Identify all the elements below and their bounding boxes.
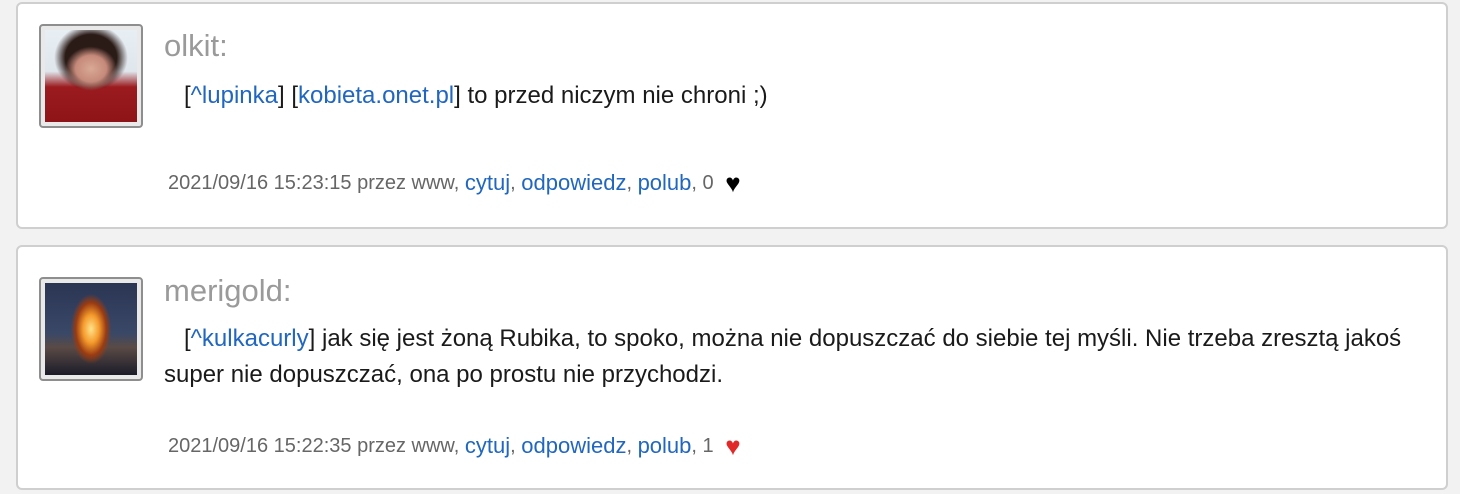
heart-icon[interactable]: ♥ xyxy=(725,433,740,459)
comment-source: przez www, xyxy=(351,171,465,194)
like-count: , 0 xyxy=(691,171,720,194)
comment-card: merigold: [^kulkacurly] jak się jest żon… xyxy=(16,245,1448,490)
comment-meta: 2021/09/16 15:22:35 przez www, cytuj , o… xyxy=(168,431,741,461)
external-link[interactable]: kobieta.onet.pl xyxy=(298,82,454,109)
comment-date: 2021/09/16 15:23:15 xyxy=(168,171,352,194)
avatar[interactable] xyxy=(39,277,143,381)
like-link[interactable]: polub xyxy=(638,433,692,459)
avatar[interactable] xyxy=(39,24,143,128)
comment-source: przez www, xyxy=(351,434,465,457)
comment-username[interactable]: olkit: xyxy=(164,28,228,64)
comment-date: 2021/09/16 15:22:35 xyxy=(168,434,352,457)
reply-link[interactable]: odpowiedz xyxy=(521,433,626,459)
user-mention-link[interactable]: ^kulkacurly xyxy=(191,325,309,352)
heart-icon[interactable]: ♥ xyxy=(725,170,740,196)
reply-link[interactable]: odpowiedz xyxy=(521,170,626,196)
user-mention-link[interactable]: ^lupinka xyxy=(191,82,278,109)
quote-link[interactable]: cytuj xyxy=(465,433,510,459)
like-count: , 1 xyxy=(691,434,720,457)
comment-username[interactable]: merigold: xyxy=(164,273,292,309)
comment-body: [^kulkacurly] jak się jest żoną Rubika, … xyxy=(164,325,1402,388)
comment-card: olkit: [^lupinka] [kobieta.onet.pl] to p… xyxy=(16,2,1448,229)
comment-body: [^lupinka] [kobieta.onet.pl] to przed ni… xyxy=(184,82,768,109)
quote-link[interactable]: cytuj xyxy=(465,170,510,196)
like-link[interactable]: polub xyxy=(638,170,692,196)
comment-meta: 2021/09/16 15:23:15 przez www, cytuj , o… xyxy=(168,168,741,198)
